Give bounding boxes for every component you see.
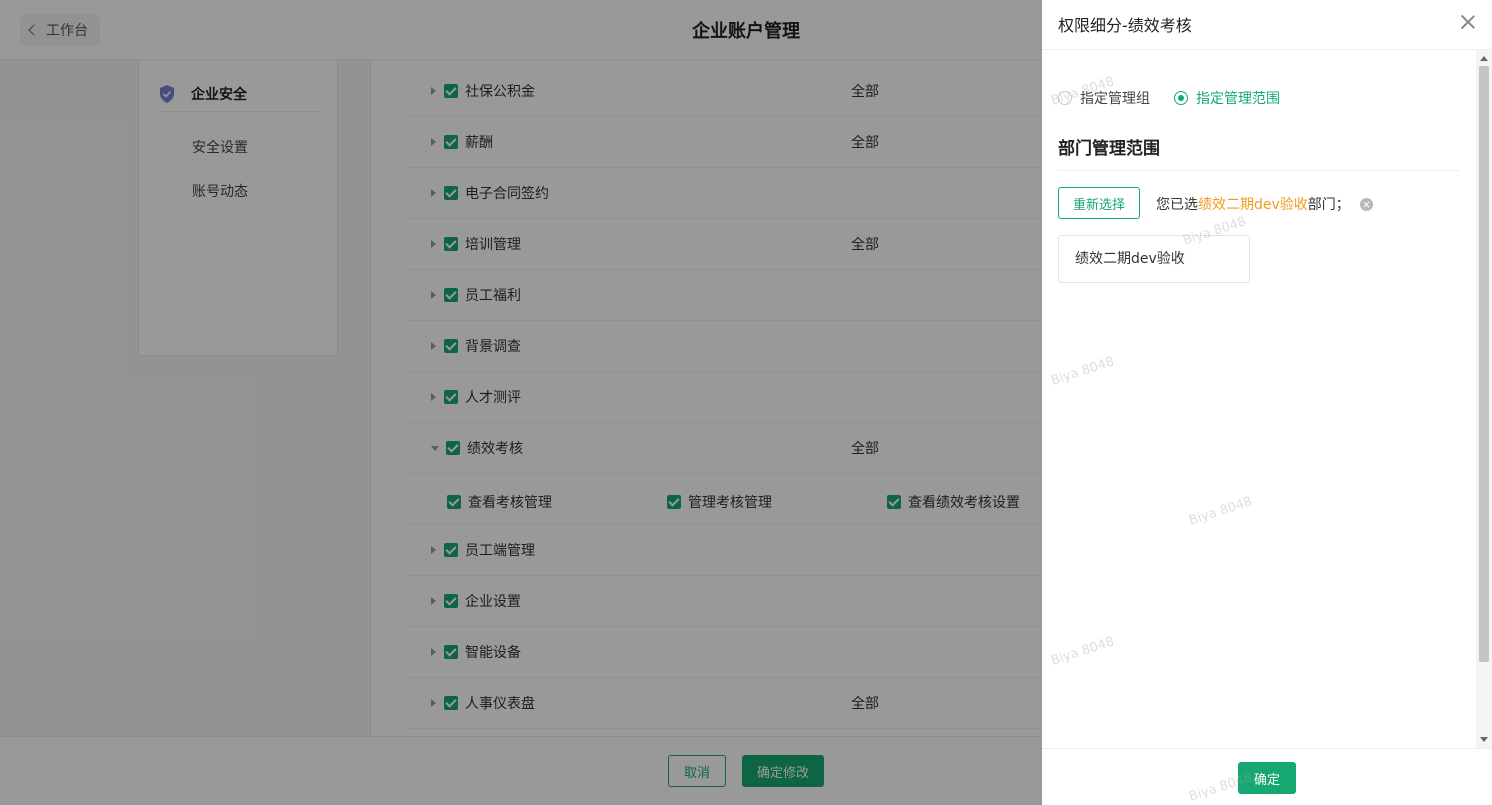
radio-unchecked-icon[interactable] (1058, 91, 1072, 105)
radio-checked-icon[interactable] (1174, 91, 1188, 105)
selected-department: 绩效二期dev验收 (1198, 197, 1308, 213)
radio-label: 指定管理组 (1080, 91, 1150, 107)
watermark-text: Biya 8048 (1049, 634, 1117, 669)
selected-summary: 您已选 绩效二期dev验收 部门； (1156, 194, 1373, 214)
drawer-header: 权限细分-绩效考核 (1042, 0, 1492, 50)
permission-drawer: 权限细分-绩效考核 指定管理组 指定管理范围 部门管理范围 重新选择 您已选 绩… (1042, 0, 1492, 805)
scope-radio-group: 指定管理组 指定管理范围 (1058, 88, 1304, 108)
department-tag: 绩效二期dev验收 (1058, 235, 1250, 283)
radio-management-scope[interactable]: 指定管理范围 (1174, 88, 1280, 108)
scroll-down-icon[interactable] (1480, 737, 1488, 742)
section-title: 部门管理范围 (1058, 139, 1160, 159)
divider (1058, 170, 1460, 171)
ok-button[interactable]: 确定 (1238, 762, 1296, 794)
selected-prefix: 您已选 (1156, 197, 1198, 213)
scroll-up-icon[interactable] (1480, 56, 1488, 61)
watermark-text: Biya 8048 (1049, 354, 1117, 389)
selected-suffix: 部门； (1307, 197, 1350, 213)
scrollbar-thumb[interactable] (1479, 66, 1489, 662)
drawer-title: 权限细分-绩效考核 (1058, 16, 1192, 35)
reselect-button[interactable]: 重新选择 (1058, 187, 1140, 219)
drawer-footer: 确定 (1042, 748, 1492, 805)
radio-management-group[interactable]: 指定管理组 (1058, 88, 1150, 108)
scrollbar[interactable] (1476, 50, 1492, 748)
clear-icon[interactable] (1359, 197, 1373, 211)
watermark-text: Biya 8048 (1187, 494, 1255, 529)
close-icon[interactable] (1460, 14, 1476, 30)
radio-label: 指定管理范围 (1196, 91, 1280, 107)
